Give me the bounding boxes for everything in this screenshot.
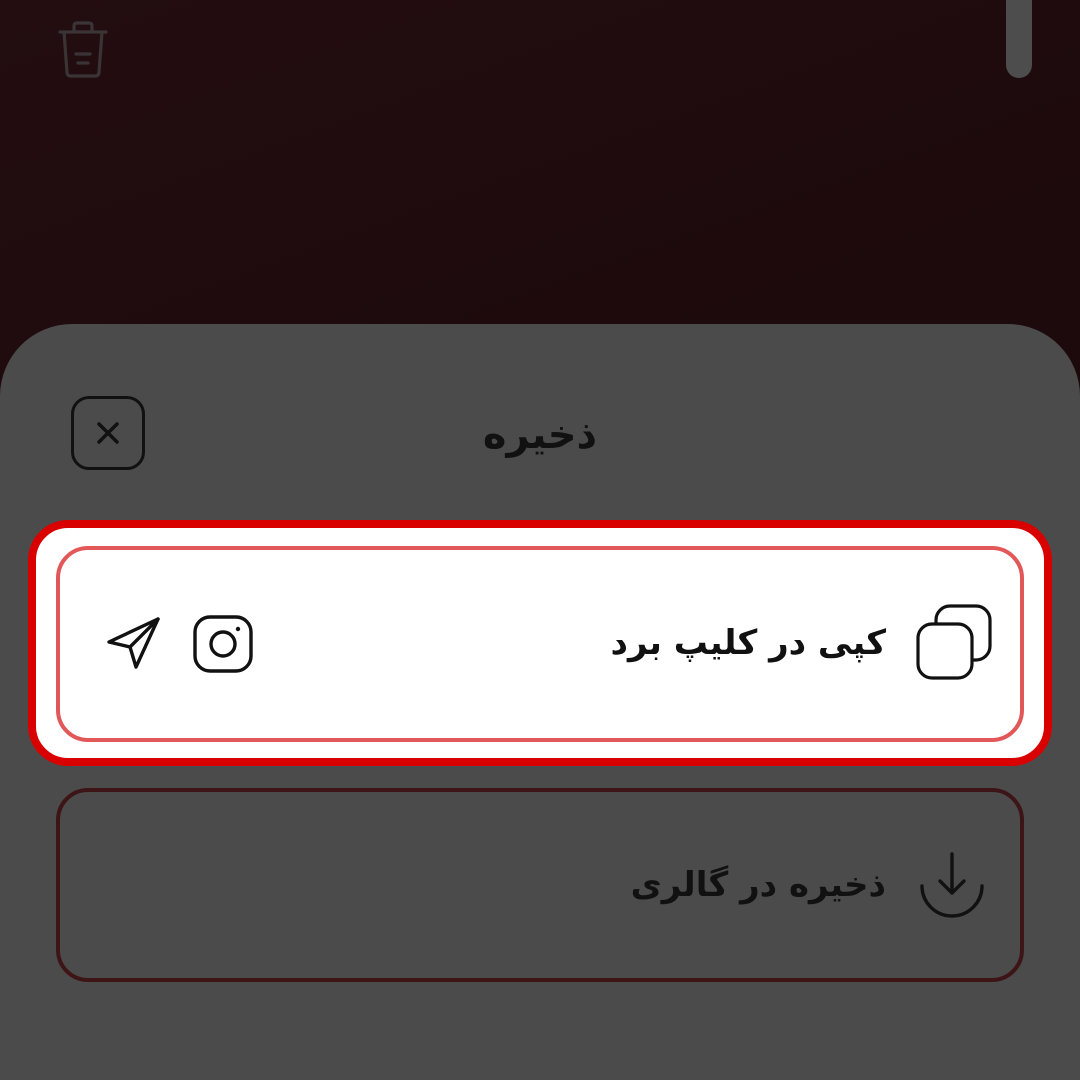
- save-to-gallery-label: ذخیره در گالری: [630, 865, 886, 905]
- sheet-title: ذخیره: [482, 412, 598, 458]
- instagram-icon[interactable]: [192, 614, 254, 674]
- send-icon[interactable]: [104, 614, 164, 672]
- scroll-handle[interactable]: [1006, 0, 1032, 78]
- copy-to-clipboard-label: کپی در کلیپ برد: [610, 623, 886, 663]
- download-icon: [920, 852, 984, 918]
- copy-icon: [916, 604, 992, 680]
- close-button[interactable]: [71, 396, 145, 470]
- trash-icon[interactable]: [52, 18, 114, 82]
- close-icon: [97, 422, 119, 444]
